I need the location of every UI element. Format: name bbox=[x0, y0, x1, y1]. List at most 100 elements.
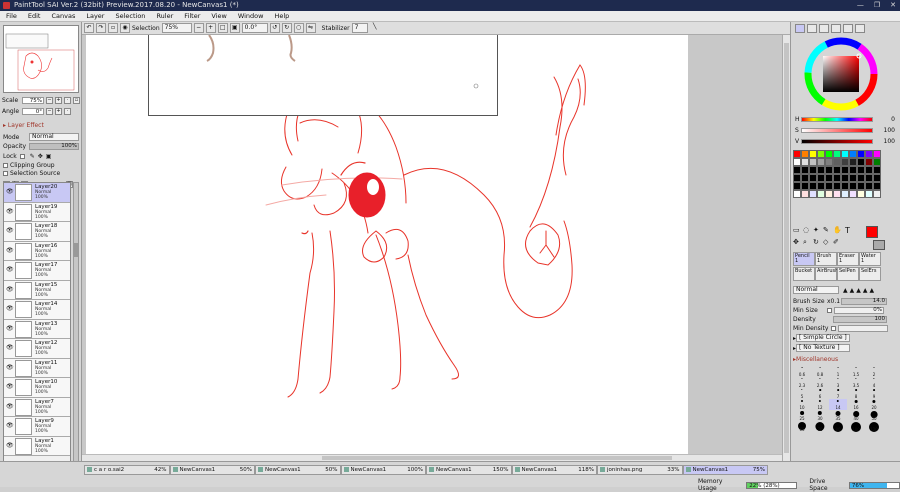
layer-row[interactable]: 👁 Layer11 Normal 100% bbox=[4, 358, 70, 378]
brush-texture-select[interactable]: [ No Texture ] bbox=[796, 344, 851, 352]
min-density-slider[interactable] bbox=[838, 324, 888, 332]
layer-effect-header[interactable]: ▸ Layer Effect bbox=[3, 122, 44, 129]
eye-icon[interactable]: 👁 bbox=[6, 442, 14, 449]
brush-size-preset[interactable]: 0.8 bbox=[811, 366, 829, 377]
eye-icon[interactable]: 👁 bbox=[6, 247, 14, 254]
swatches-tab[interactable] bbox=[831, 24, 841, 33]
menu-window[interactable]: Window bbox=[238, 12, 264, 20]
zoom-select[interactable]: 75% bbox=[161, 23, 192, 33]
color-swatch[interactable] bbox=[809, 166, 817, 174]
brush-size-preset[interactable]: 6 bbox=[811, 388, 829, 399]
menu-canvas[interactable]: Canvas bbox=[51, 12, 75, 20]
color-swatch[interactable] bbox=[849, 158, 857, 166]
scale-minus-button[interactable]: − bbox=[46, 96, 53, 104]
lock-brush-icon[interactable]: ✎ bbox=[30, 153, 35, 160]
layer-row[interactable]: 👁 Layer19 Normal 100% bbox=[4, 202, 70, 222]
blend-mode-select[interactable]: Normal bbox=[29, 133, 79, 141]
tool-brush[interactable]: Brush 1 bbox=[815, 252, 837, 266]
brush-size-preset[interactable]: 12 bbox=[811, 399, 829, 410]
color-swatch[interactable] bbox=[817, 150, 825, 158]
navigator-preview[interactable] bbox=[3, 25, 79, 93]
color-swatch[interactable] bbox=[865, 182, 873, 190]
text-tool-icon[interactable]: T bbox=[845, 226, 850, 235]
tool-selers[interactable]: SelErs bbox=[859, 267, 881, 281]
eyedropper-icon[interactable]: ✎ bbox=[823, 226, 829, 234]
stabilizer-select[interactable]: 7 bbox=[351, 23, 368, 33]
document-tab[interactable]: NewCanvas1 75% bbox=[682, 465, 768, 475]
eye-icon[interactable]: 👁 bbox=[6, 188, 14, 195]
angle-value[interactable]: 0° bbox=[22, 107, 44, 115]
eye-icon[interactable]: 👁 bbox=[6, 403, 14, 410]
shape-tool-icon[interactable]: ◇ bbox=[823, 238, 828, 246]
brush-size-preset[interactable]: 1 bbox=[829, 366, 847, 377]
color-swatch[interactable] bbox=[873, 174, 881, 182]
brush-size-preset[interactable]: 3 bbox=[829, 377, 847, 388]
color-swatch[interactable] bbox=[817, 166, 825, 174]
color-swatch[interactable] bbox=[873, 150, 881, 158]
layer-row[interactable]: 👁 Layer12 Normal 100% bbox=[4, 339, 70, 359]
color-swatch[interactable] bbox=[857, 182, 865, 190]
brush-size-preset[interactable]: 9 bbox=[865, 388, 883, 399]
color-swatch[interactable] bbox=[801, 182, 809, 190]
color-swatch[interactable] bbox=[857, 158, 865, 166]
color-swatch[interactable] bbox=[809, 150, 817, 158]
brush-size-preset[interactable]: 16 bbox=[847, 399, 865, 410]
menu-ruler[interactable]: Ruler bbox=[156, 12, 173, 20]
color-swatch[interactable] bbox=[801, 174, 809, 182]
color-swatch[interactable] bbox=[865, 158, 873, 166]
tool-bucket[interactable]: Bucket bbox=[793, 267, 815, 281]
color-swatch[interactable] bbox=[833, 182, 841, 190]
color-swatch[interactable] bbox=[801, 190, 809, 198]
eye-icon[interactable]: 👁 bbox=[6, 208, 14, 215]
lock-pixels-checkbox[interactable] bbox=[19, 154, 25, 159]
brush-size-preset[interactable]: 50 bbox=[865, 410, 883, 421]
brush-size-preset[interactable]: 100 bbox=[847, 421, 865, 432]
layer-list-scrollbar[interactable] bbox=[73, 182, 79, 462]
redo-icon[interactable]: ↷ bbox=[96, 23, 106, 33]
color-swatch[interactable] bbox=[873, 158, 881, 166]
color-swatch[interactable] bbox=[841, 174, 849, 182]
document-tab[interactable]: NewCanvas1 50% bbox=[169, 465, 255, 475]
color-swatch[interactable] bbox=[833, 150, 841, 158]
angle-reset-button[interactable]: · bbox=[64, 107, 71, 115]
color-swatch[interactable] bbox=[801, 158, 809, 166]
brush-size-preset[interactable]: 14 bbox=[829, 399, 847, 410]
secondary-color-swatch[interactable] bbox=[873, 240, 885, 250]
brush-size-preset[interactable]: 120 bbox=[865, 421, 883, 432]
min-size-checkbox[interactable] bbox=[827, 307, 832, 313]
reference-image[interactable] bbox=[148, 34, 498, 116]
menu-filter[interactable]: Filter bbox=[184, 12, 200, 20]
color-swatch[interactable] bbox=[841, 166, 849, 174]
brush-size-slider[interactable]: 14.0 bbox=[841, 297, 887, 305]
density-slider[interactable]: 100 bbox=[833, 315, 887, 323]
h-value[interactable]: 0 bbox=[873, 116, 895, 123]
menu-view[interactable]: View bbox=[211, 12, 226, 20]
brush-size-preset[interactable]: 7 bbox=[829, 388, 847, 399]
tool-water[interactable]: Water 1 bbox=[859, 252, 881, 266]
menu-edit[interactable]: Edit bbox=[28, 12, 41, 20]
lock-move-icon[interactable]: ✥ bbox=[38, 153, 43, 160]
color-swatch[interactable] bbox=[865, 190, 873, 198]
tool-selpen[interactable]: SelPen bbox=[837, 267, 859, 281]
angle-plus-button[interactable]: + bbox=[55, 107, 62, 115]
color-swatch[interactable] bbox=[833, 158, 841, 166]
brush-size-preset[interactable]: 10 bbox=[793, 399, 811, 410]
brush-shape-icons[interactable]: ▲▲▲▲▲ bbox=[843, 287, 876, 294]
brush-size-preset[interactable]: 3.5 bbox=[847, 377, 865, 388]
move-icon[interactable]: ✥ bbox=[793, 238, 799, 246]
color-swatch[interactable] bbox=[849, 174, 857, 182]
zoom-out-button[interactable]: − bbox=[193, 23, 204, 33]
brush-size-preset[interactable]: 60 bbox=[793, 421, 811, 432]
brush-shape-select[interactable]: [ Simple Circle ] bbox=[796, 334, 851, 342]
layer-row[interactable]: 👁 Layer7 Normal 100% bbox=[4, 397, 70, 417]
document-tab[interactable]: joninhas.png 33% bbox=[597, 465, 683, 475]
brush-size-preset[interactable]: 30 bbox=[811, 410, 829, 421]
straight-line-icon[interactable]: ╲ bbox=[370, 23, 380, 33]
color-swatch[interactable] bbox=[857, 174, 865, 182]
layer-row[interactable]: 👁 Layer9 Normal 100% bbox=[4, 417, 70, 437]
min-size-slider[interactable]: 0% bbox=[834, 306, 884, 314]
brush-size-preset[interactable]: 2.3 bbox=[793, 377, 811, 388]
maximize-button[interactable]: ❐ bbox=[874, 0, 880, 11]
brush-size-preset[interactable]: 2 bbox=[865, 366, 883, 377]
color-swatch[interactable] bbox=[809, 190, 817, 198]
